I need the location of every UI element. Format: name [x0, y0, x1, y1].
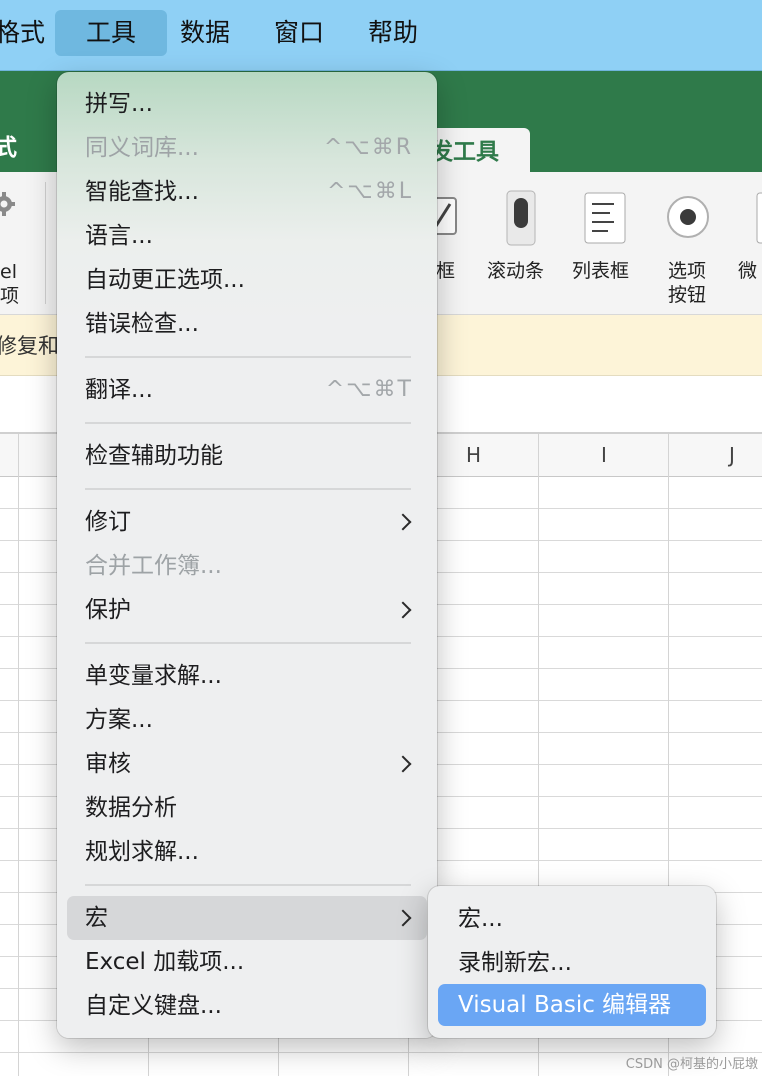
menu-tools[interactable]: 工具 [55, 10, 167, 56]
menu-separator [85, 356, 411, 358]
ribbon-control-label-checkbox: 框 [436, 260, 456, 282]
ribbon-control-label-listbox: 列表框 [572, 260, 630, 282]
menu-item-customize-keyboard[interactable]: 自定义键盘... [85, 991, 222, 1021]
menu-item-thesaurus[interactable]: 同义词库... [85, 133, 199, 163]
ribbon-separator [45, 182, 46, 304]
menu-item-language[interactable]: 语言... [85, 221, 153, 251]
shortcut-translate: ^⌥⌘T [325, 377, 413, 402]
excel-addins-partial-line1: el [0, 261, 17, 283]
chevron-right-icon [394, 513, 412, 531]
submenu-item-macros[interactable]: 宏... [458, 904, 503, 934]
excel-addins-partial-line2: 项 [0, 285, 20, 307]
menu-separator [85, 642, 411, 644]
watermark: CSDN @柯基的小屁墩 [625, 1057, 758, 1072]
menu-separator [85, 488, 411, 490]
menu-item-check-accessibility[interactable]: 检查辅助功能 [85, 441, 223, 471]
menu-item-auditing[interactable]: 审核 [85, 749, 131, 779]
gear-icon[interactable] [0, 190, 20, 226]
listbox-control-icon[interactable] [584, 192, 626, 248]
chevron-right-icon [394, 755, 412, 773]
ribbon-control-label-option-line1: 选项 [668, 260, 707, 282]
chevron-right-icon [394, 601, 412, 619]
option-button-control-icon[interactable] [666, 195, 710, 243]
menu-separator [85, 884, 411, 886]
menu-item-highlight [67, 896, 427, 940]
scrollbar-control-icon[interactable] [506, 190, 536, 250]
menu-item-error-checking[interactable]: 错误检查... [85, 309, 199, 339]
menu-item-macro[interactable]: 宏 [85, 903, 108, 933]
spinner-control-icon[interactable] [756, 192, 762, 248]
grid-column-line [18, 434, 19, 1076]
menu-item-data-analysis[interactable]: 数据分析 [85, 793, 177, 823]
menu-item-protection[interactable]: 保护 [85, 595, 131, 625]
ribbon-control-label-option-line2: 按钮 [668, 284, 707, 306]
menu-item-solver[interactable]: 规划求解... [85, 837, 199, 867]
column-header-j[interactable]: J [729, 443, 735, 467]
menu-separator [85, 422, 411, 424]
menu-data[interactable]: 数据 [176, 10, 234, 56]
ribbon-control-label-spinner: 微 [738, 260, 758, 282]
submenu-item-vb-editor[interactable]: Visual Basic 编辑器 [458, 990, 671, 1020]
menu-format[interactable]: 格式 [0, 10, 46, 56]
menu-item-track-changes[interactable]: 修订 [85, 507, 131, 537]
menu-item-spelling[interactable]: 拼写... [85, 89, 153, 119]
column-header-h[interactable]: H [466, 443, 481, 467]
submenu-item-record-macro[interactable]: 录制新宏... [458, 948, 572, 978]
shortcut-smart-lookup: ^⌥⌘L [326, 179, 413, 204]
menu-item-autocorrect[interactable]: 自动更正选项... [85, 265, 245, 295]
app-menu-bar: 格式 工具 数据 窗口 帮助 [0, 0, 762, 71]
menu-item-smart-lookup[interactable]: 智能查找... [85, 177, 199, 207]
menu-item-merge-workbooks[interactable]: 合并工作簿... [85, 551, 222, 581]
menu-item-goal-seek[interactable]: 单变量求解... [85, 661, 222, 691]
menu-item-translate[interactable]: 翻译... [85, 375, 153, 405]
tools-menu: 拼写... 同义词库... ^⌥⌘R 智能查找... ^⌥⌘L 语言... 自动… [57, 72, 437, 1038]
ribbon-tab-partial[interactable]: 式 [0, 128, 17, 162]
ribbon-control-label-scrollbar: 滚动条 [487, 260, 545, 282]
shortcut-thesaurus: ^⌥⌘R [323, 135, 413, 160]
column-header-i[interactable]: I [601, 443, 607, 467]
macro-submenu: 宏... 录制新宏... Visual Basic 编辑器 [428, 886, 716, 1038]
menu-help[interactable]: 帮助 [364, 10, 422, 56]
tab-developer-label: 发工具 [430, 139, 499, 165]
menu-item-scenarios[interactable]: 方案... [85, 705, 153, 735]
menu-window[interactable]: 窗口 [270, 10, 328, 56]
menu-item-excel-addins[interactable]: Excel 加载项... [85, 947, 244, 977]
